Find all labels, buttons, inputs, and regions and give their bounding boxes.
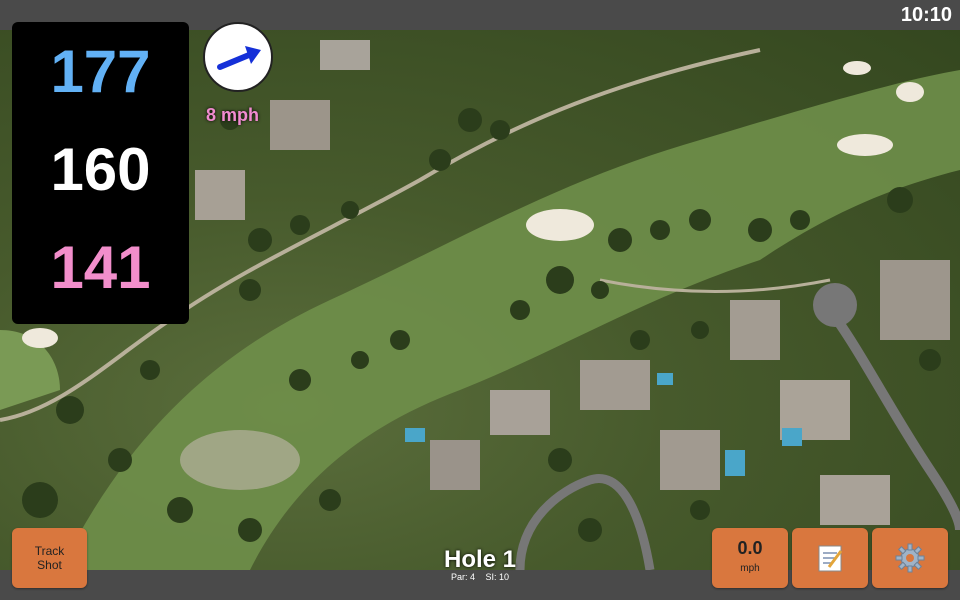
arrow-northeast-icon <box>217 46 261 70</box>
yardage-center: 160 <box>50 136 151 203</box>
speed-button[interactable]: 0.0 mph <box>712 528 788 588</box>
speed-unit: mph <box>740 563 760 574</box>
yardage-front: 141 <box>50 234 151 301</box>
gear-icon <box>895 543 925 573</box>
hole-info: Hole 1 Par: 4 SI: 10 <box>380 546 580 583</box>
track-shot-button[interactable]: Track Shot <box>12 528 87 588</box>
hole-title: Hole 1 <box>443 546 517 573</box>
clock: 10:10 <box>900 4 952 26</box>
hole-par: Par: 4 <box>450 572 475 582</box>
notepad-icon <box>818 545 843 572</box>
track-shot-label-line1: Track <box>34 544 65 558</box>
track-shot-label-line2: Shot <box>37 558 62 572</box>
wind-indicator[interactable] <box>203 22 273 92</box>
speed-value: 0.0 <box>737 538 763 558</box>
notes-button[interactable] <box>792 528 868 588</box>
hole-si: SI: 10 <box>485 572 510 582</box>
wind-speed-label: 8 mph <box>206 105 260 125</box>
settings-button[interactable] <box>872 528 948 588</box>
yardage-back: 177 <box>50 38 151 105</box>
yardage-panel: 177 160 141 <box>12 22 189 324</box>
hole-details: Par: 4 SI: 10 <box>380 572 580 582</box>
